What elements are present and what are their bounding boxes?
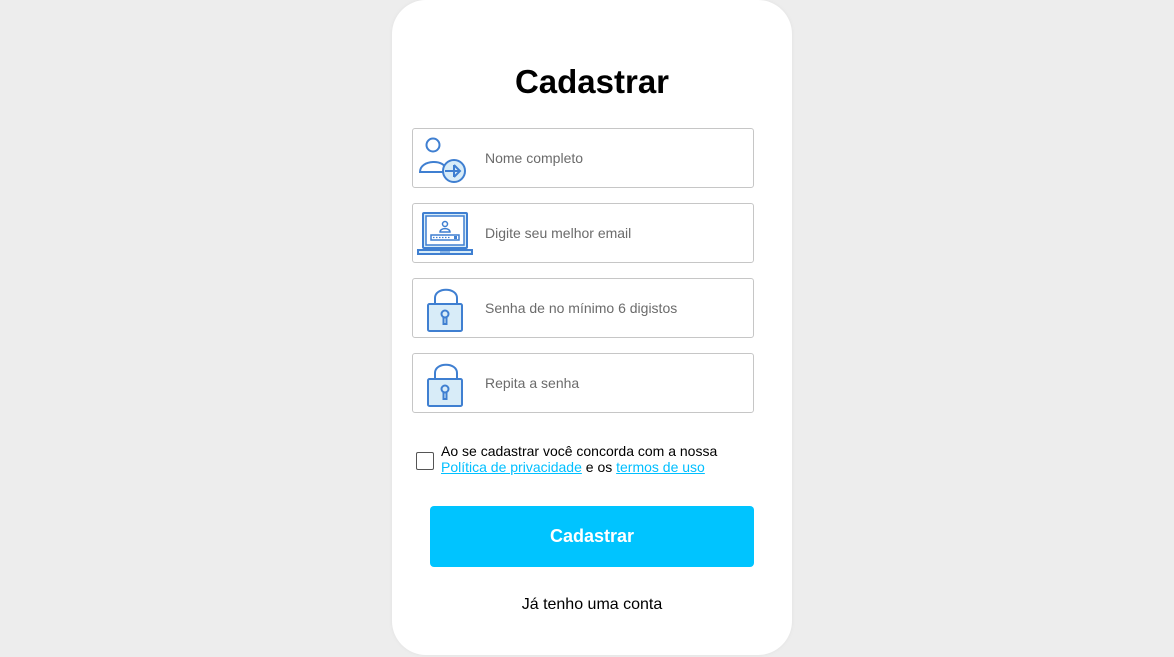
signup-button[interactable]: Cadastrar: [430, 506, 754, 567]
terms-of-use-link[interactable]: termos de uso: [616, 459, 705, 475]
confirm-password-input[interactable]: [485, 354, 745, 412]
name-field-container[interactable]: [412, 128, 754, 188]
terms-text-middle: e os: [581, 459, 617, 475]
lock-icon: [416, 284, 470, 334]
terms-checkbox[interactable]: [416, 452, 434, 470]
email-field-container[interactable]: [412, 203, 754, 263]
signup-card: Cadastrar Nome completo Digite seu melho…: [392, 0, 792, 655]
laptop-login-icon: [416, 209, 473, 259]
terms-text-before: Ao se cadastrar você concorda com a noss…: [441, 443, 718, 459]
privacy-policy-link[interactable]: Política de privacidade: [441, 459, 582, 475]
password-field-container[interactable]: [412, 278, 754, 338]
password-input[interactable]: [485, 279, 745, 337]
confirm-password-field-container[interactable]: [412, 353, 754, 413]
email-input[interactable]: [485, 204, 745, 262]
user-add-icon: [416, 134, 470, 184]
lock-icon: [416, 359, 470, 409]
terms-text: Ao se cadastrar você concorda com a noss…: [441, 443, 751, 475]
name-input[interactable]: [485, 129, 745, 187]
page-title: Cadastrar: [514, 63, 670, 100]
login-link[interactable]: Já tenho uma conta: [392, 596, 792, 614]
